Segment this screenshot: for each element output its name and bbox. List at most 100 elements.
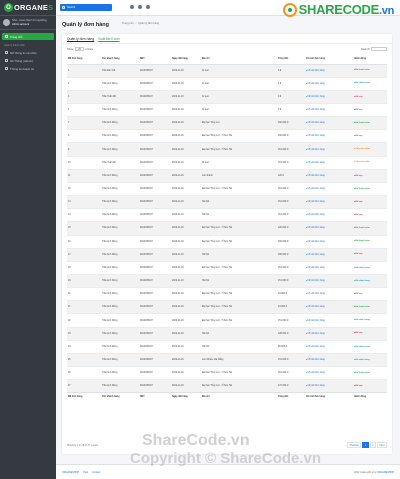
order-detail-link[interactable]: Chi tiết đơn hàng bbox=[306, 162, 325, 164]
status-badge[interactable]: Đã nhận hàng bbox=[354, 280, 370, 282]
table-row: 26 Trần Anh Dũng 0912335197 2022-11-19 Đại h… bbox=[67, 366, 387, 380]
order-detail-link[interactable]: Chi tiết đơn hàng bbox=[306, 333, 325, 335]
status-badge[interactable]: Đã thanh toán bbox=[354, 306, 370, 308]
order-detail-link[interactable]: Chi tiết đơn hàng bbox=[306, 175, 325, 177]
status-badge[interactable]: Đã nhận hàng bbox=[354, 267, 370, 269]
table-row: 17 Trần Anh Dũng 0912335197 2022-11-19 Hà Nộ… bbox=[67, 247, 387, 262]
table-cell: 160.000 đ bbox=[277, 129, 305, 143]
order-detail-link[interactable]: Chi tiết đơn hàng bbox=[306, 346, 325, 348]
order-detail-link[interactable]: Chi tiết đơn hàng bbox=[306, 385, 325, 387]
status-badge[interactable]: Đã hủy bbox=[354, 385, 363, 387]
status-badge[interactable]: Đã hủy bbox=[354, 293, 363, 295]
status-cell: Đã nhận hàng bbox=[353, 313, 387, 328]
footer-link-home[interactable]: ORGANESHOP bbox=[62, 471, 79, 474]
sidebar-item-stats[interactable]: Thống kê doanh số bbox=[2, 65, 54, 72]
table-cell: lvt test bbox=[201, 155, 277, 170]
status-badge[interactable]: Đã nhận hàng bbox=[354, 359, 370, 361]
avatar bbox=[3, 19, 10, 26]
status-cell: Đã nhận hàng bbox=[353, 339, 387, 354]
pagination-page-1[interactable]: 1 bbox=[362, 442, 369, 448]
table-cell: Đại học Thủy Lợi - Tỉ Sơn Hà bbox=[201, 234, 277, 249]
order-detail-link[interactable]: Chi tiết đơn hàng bbox=[306, 96, 325, 98]
footer-link-contact[interactable]: Contact bbox=[92, 471, 100, 474]
status-badge[interactable]: Đã thanh toán bbox=[354, 227, 370, 229]
footer-link-help[interactable]: Help bbox=[83, 471, 88, 474]
order-detail-link[interactable]: Chi tiết đơn hàng bbox=[306, 122, 325, 124]
order-detail-link[interactable]: Chi tiết đơn hàng bbox=[306, 83, 325, 85]
order-detail-link[interactable]: Chi tiết đơn hàng bbox=[306, 372, 325, 374]
status-badge[interactable]: Đã thanh toán bbox=[354, 372, 370, 374]
status-badge[interactable]: Đã hủy bbox=[354, 214, 363, 216]
status-badge[interactable]: Đã hủy bbox=[354, 332, 363, 334]
pagination-previous[interactable]: Previous bbox=[347, 442, 362, 448]
status-badge[interactable]: Đã hủy bbox=[354, 201, 363, 203]
status-badge[interactable]: Đã hủy bbox=[354, 175, 363, 177]
table-body: 1 Trần Đức Dũ 0912335197 2022-11-19 lvt test… bbox=[67, 63, 387, 393]
sidebar-item-admin[interactable]: Hồ Thông (Admin) bbox=[2, 57, 54, 64]
status-badge[interactable]: Chờ xác nhận bbox=[354, 148, 370, 150]
table-cell: Trần Anh Dũng bbox=[101, 221, 139, 236]
order-detail-link[interactable]: Chi tiết đơn hàng bbox=[306, 359, 325, 361]
order-detail-link[interactable]: Chi tiết đơn hàng bbox=[306, 306, 325, 308]
detail-cell: Chi tiết đơn hàng bbox=[305, 379, 353, 393]
order-detail-link[interactable]: Chi tiết đơn hàng bbox=[306, 149, 325, 151]
tab-orders[interactable]: Quản lý đơn hàng bbox=[67, 37, 94, 41]
status-cell: Đã hủy bbox=[353, 326, 387, 341]
order-detail-link[interactable]: Chi tiết đơn hàng bbox=[306, 241, 325, 243]
order-detail-link[interactable]: Chi tiết đơn hàng bbox=[306, 267, 325, 269]
table-controls: Show 25 entries Search: bbox=[62, 44, 392, 54]
table-cell: Trần Anh Dũng bbox=[101, 195, 139, 209]
brand[interactable]: O ORGANES bbox=[0, 0, 56, 16]
table-cell: 24 bbox=[67, 339, 101, 354]
order-detail-link[interactable]: Chi tiết đơn hàng bbox=[306, 254, 325, 256]
user-menu-icon[interactable] bbox=[146, 5, 150, 9]
user-panel[interactable]: Nhà - Hoàn thành Trung Đồng Admin accoun… bbox=[0, 16, 56, 30]
order-detail-link[interactable]: Chi tiết đơn hàng bbox=[306, 320, 325, 322]
breadcrumb-home[interactable]: Trang chủ bbox=[122, 22, 134, 25]
order-detail-link[interactable]: Chi tiết đơn hàng bbox=[306, 135, 325, 137]
pagination-next[interactable]: Next bbox=[377, 442, 387, 448]
order-detail-link[interactable]: Chi tiết đơn hàng bbox=[306, 280, 325, 282]
order-detail-link[interactable]: Chi tiết đơn hàng bbox=[306, 109, 325, 111]
status-badge[interactable]: Đã hủy bbox=[354, 253, 363, 255]
table-row: 23 Trần Anh Dũng 0912335197 2022-11-19 Hà Nộ… bbox=[67, 326, 387, 341]
order-detail-link[interactable]: Chi tiết đơn hàng bbox=[306, 188, 325, 190]
status-badge[interactable]: Đã hủy bbox=[354, 135, 363, 137]
sidebar-item-home[interactable]: Trang chủ bbox=[2, 33, 54, 40]
order-detail-link[interactable]: Chi tiết đơn hàng bbox=[306, 201, 325, 203]
search-input[interactable]: Search bbox=[60, 4, 112, 11]
bell-icon[interactable] bbox=[130, 5, 134, 9]
status-badge[interactable]: Đã thanh toán bbox=[354, 122, 370, 124]
table-cell: 9 bbox=[67, 142, 101, 157]
status-badge[interactable]: Đã nhận hàng bbox=[354, 346, 370, 348]
export-excel-link[interactable]: Xuất file Excel bbox=[98, 37, 120, 41]
table-cell: Đại học Thủy Lợi - Tỉ Sơn Hà bbox=[201, 129, 277, 143]
order-detail-link[interactable]: Chi tiết đơn hàng bbox=[306, 293, 325, 295]
table-cell: 2022-11-19 bbox=[171, 287, 201, 301]
brand-name: ORGANES bbox=[14, 3, 54, 12]
table-cell: Trần Anh Dũng bbox=[101, 181, 139, 196]
detail-cell: Chi tiết đơn hàng bbox=[305, 352, 353, 367]
status-badge[interactable]: Đã nhận hàng bbox=[354, 82, 370, 84]
status-badge[interactable]: Đã nhận hàng bbox=[354, 319, 370, 321]
entries-select[interactable]: 25 bbox=[75, 47, 84, 51]
status-badge[interactable]: Đã thanh toán bbox=[354, 240, 370, 242]
status-badge[interactable]: Đã hủy bbox=[354, 109, 363, 111]
order-detail-link[interactable]: Chi tiết đơn hàng bbox=[306, 70, 325, 72]
table-cell: 228.000 đ bbox=[277, 326, 305, 341]
status-badge[interactable]: Đã hủy bbox=[354, 96, 363, 98]
order-detail-link[interactable]: Chi tiết đơn hàng bbox=[306, 227, 325, 229]
order-detail-link[interactable]: Chi tiết đơn hàng bbox=[306, 214, 325, 216]
status-badge[interactable]: Đã thanh toán bbox=[354, 69, 370, 71]
table-cell: Hà Nội bbox=[201, 326, 277, 341]
sidebar-item-profile[interactable]: Mở thông tin cá nhân bbox=[2, 49, 54, 56]
topbar: Search SHARECODE.vn bbox=[56, 0, 400, 17]
detail-cell: Chi tiết đơn hàng bbox=[305, 102, 353, 117]
table-search-input[interactable] bbox=[371, 47, 387, 51]
message-icon[interactable] bbox=[138, 5, 142, 9]
pagination-page-2[interactable]: 2 bbox=[369, 442, 377, 448]
status-badge[interactable]: Chờ xác nhận bbox=[354, 161, 370, 163]
detail-cell: Chi tiết đơn hàng bbox=[305, 63, 353, 78]
status-badge[interactable]: Đã thanh toán bbox=[354, 188, 370, 190]
table-cell: Trần Anh Dũng bbox=[101, 339, 139, 354]
